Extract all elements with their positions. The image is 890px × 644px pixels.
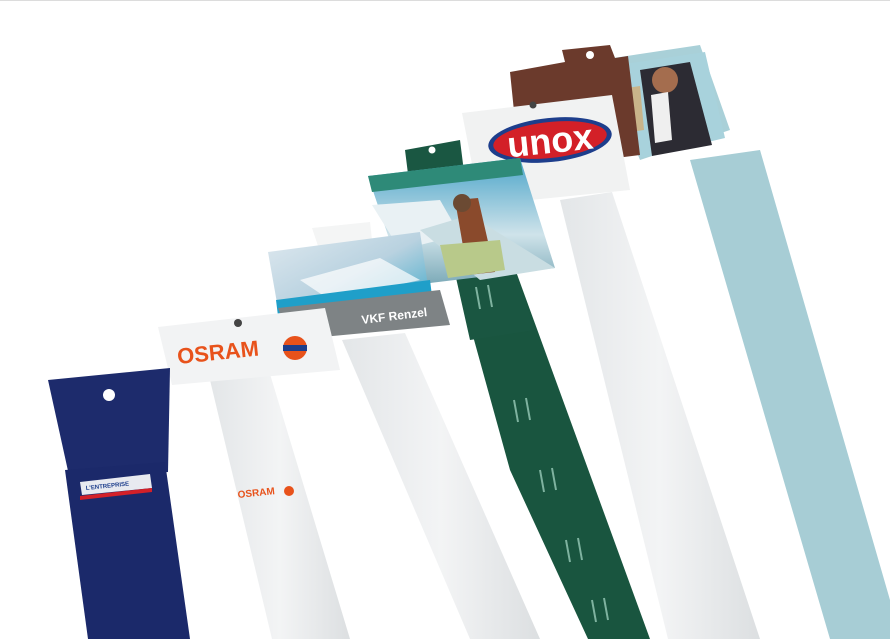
hang-hole-icon <box>586 51 594 59</box>
hang-hole-icon <box>428 146 436 154</box>
clip-strips-illustration: unox VKF Renzel OSRAM OSRAM L'ENTREPRISE <box>48 45 890 639</box>
osram-clip-strip: OSRAM OSRAM <box>158 308 350 639</box>
osram-bulb-icon <box>283 336 307 360</box>
product-photo: unox VKF Renzel OSRAM OSRAM L'ENTREPRISE <box>0 0 890 639</box>
hang-hole-icon <box>529 101 537 109</box>
navy-clip-strip: L'ENTREPRISE <box>48 368 190 639</box>
hang-hole-icon <box>234 319 242 327</box>
osram-small-bulb-icon <box>284 486 294 496</box>
hang-hole-icon <box>103 389 115 401</box>
